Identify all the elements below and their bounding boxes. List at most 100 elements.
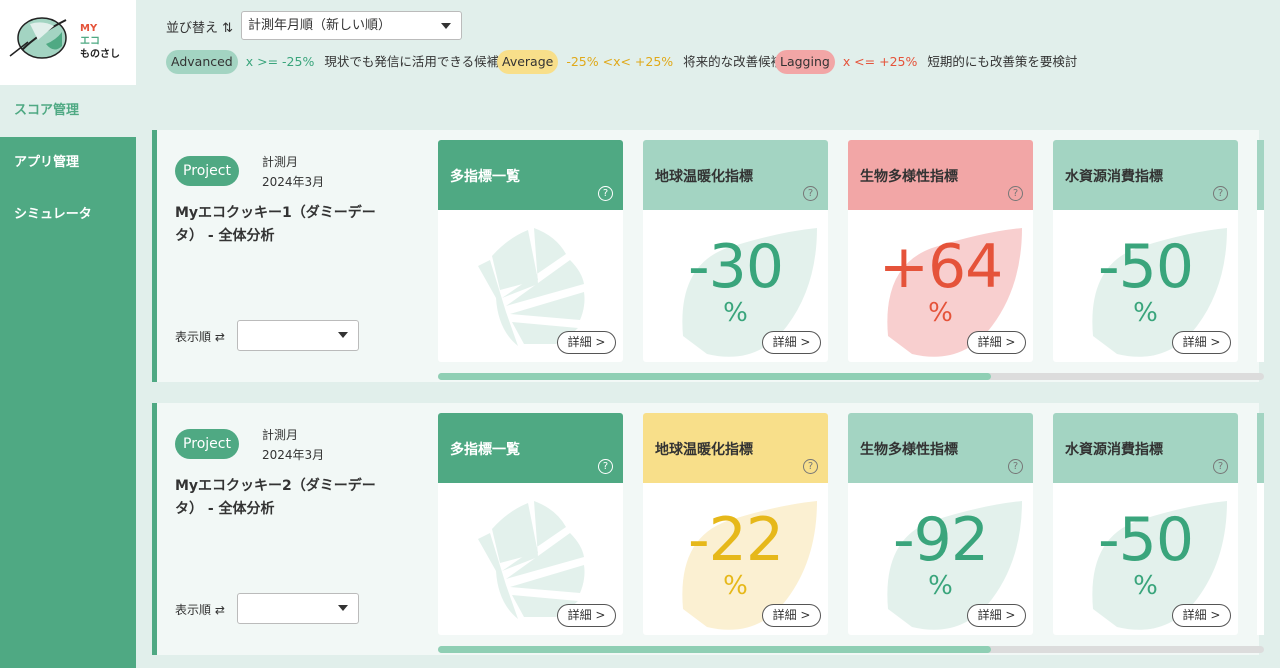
detail-button[interactable]: 詳細 >: [967, 604, 1026, 627]
measure-value: 2024年3月: [262, 175, 325, 189]
score-value: -50: [1098, 505, 1194, 575]
project-name: Myエコクッキー1（ダミーデータ） - 全体分析: [175, 205, 376, 244]
card-body: -22% 詳細 >: [643, 483, 828, 635]
score-value: -50: [1098, 232, 1194, 302]
card-title: 水資源消費指標?: [1053, 413, 1238, 483]
card-body: -50% 詳細 >: [1053, 210, 1238, 362]
detail-button[interactable]: 詳細 >: [1172, 604, 1231, 627]
next-card-edge: [1257, 413, 1264, 635]
legend-range-lagging: x <= +25%: [842, 54, 918, 69]
project-badge: Project: [175, 429, 239, 459]
project-name: Myエコクッキー2（ダミーデータ） - 全体分析: [175, 478, 376, 517]
legend-badge-average: Average: [497, 50, 559, 74]
project-panel: Project 計測月 2024年3月 Myエコクッキー2（ダミーデータ） - 全体分…: [152, 403, 1264, 655]
legend-desc-advanced: 現状でも発信に活用できる候補: [324, 54, 500, 69]
card-title: 地球温暖化指標?: [643, 413, 828, 483]
scrollbar-thumb[interactable]: [438, 646, 992, 653]
card-body: +64% 詳細 >: [848, 210, 1033, 362]
chevron-down-icon: [338, 332, 348, 338]
detail-button[interactable]: 詳細 >: [1172, 331, 1231, 354]
next-card-edge-head: [1257, 413, 1264, 483]
display-order-select[interactable]: [237, 593, 359, 624]
card-overview: 多指標一覧? 詳細 >: [438, 140, 623, 362]
sort-select[interactable]: 計測年月順（新しい順）: [241, 11, 462, 40]
measure-value: 2024年3月: [262, 448, 325, 462]
horizontal-scrollbar[interactable]: [438, 646, 1264, 653]
indicator-card: 生物多様性指標? +64% 詳細 >: [848, 140, 1033, 362]
sidebar-item-simulator[interactable]: シミュレータ: [0, 189, 136, 241]
card-title: 生物多様性指標?: [848, 140, 1033, 210]
logo-line2: エコ: [80, 36, 100, 47]
help-icon[interactable]: ?: [1008, 459, 1023, 474]
card-body: -30% 詳細 >: [643, 210, 828, 362]
card-title: 水資源消費指標?: [1053, 140, 1238, 210]
legend-advanced: Advanced x >= -25% 現状でも発信に活用できる候補: [166, 50, 499, 74]
sort-select-value: 計測年月順（新しい順）: [248, 18, 392, 33]
card-title-text: 水資源消費指標: [1065, 169, 1163, 185]
card-title: 多指標一覧?: [438, 413, 623, 483]
detail-button[interactable]: 詳細 >: [762, 604, 821, 627]
scrollbar-thumb[interactable]: [438, 373, 992, 380]
detail-button[interactable]: 詳細 >: [762, 331, 821, 354]
card-title-text: 生物多様性指標: [860, 169, 958, 185]
next-card-edge: [1257, 140, 1264, 362]
card-title-text: 水資源消費指標: [1065, 442, 1163, 458]
card-title-text: 多指標一覧: [450, 169, 520, 185]
legend-badge-lagging: Lagging: [775, 50, 835, 74]
score-unit: %: [1133, 571, 1158, 601]
project-badge: Project: [175, 156, 239, 186]
legend-desc-lagging: 短期的にも改善策を要検討: [927, 54, 1078, 69]
horizontal-scrollbar[interactable]: [438, 373, 1264, 380]
card-overview: 多指標一覧? 詳細 >: [438, 413, 623, 635]
help-icon[interactable]: ?: [1213, 459, 1228, 474]
card-title-text: 地球温暖化指標: [655, 169, 753, 185]
logo-line1: MY: [80, 23, 98, 34]
sidebar-item-apps[interactable]: アプリ管理: [0, 137, 136, 189]
card-body: 詳細 >: [438, 210, 623, 362]
help-icon[interactable]: ?: [1008, 186, 1023, 201]
help-icon[interactable]: ?: [598, 186, 613, 201]
display-order-label: 表示順 ⇄: [175, 603, 225, 617]
help-icon[interactable]: ?: [803, 459, 818, 474]
detail-button[interactable]: 詳細 >: [557, 331, 616, 354]
score-value: -22: [688, 505, 784, 575]
measure-label: 計測月: [262, 428, 299, 442]
indicator-card: 水資源消費指標? -50% 詳細 >: [1053, 413, 1238, 635]
card-title-text: 地球温暖化指標: [655, 442, 753, 458]
project-panel: Project 計測月 2024年3月 Myエコクッキー1（ダミーデータ） - 全体分…: [152, 130, 1264, 382]
logo-line3: ものさし: [80, 49, 120, 60]
card-body: -50% 詳細 >: [1053, 483, 1238, 635]
card-title-text: 生物多様性指標: [860, 442, 958, 458]
indicator-card: 生物多様性指標? -92% 詳細 >: [848, 413, 1033, 635]
help-icon[interactable]: ?: [1213, 186, 1228, 201]
detail-button[interactable]: 詳細 >: [557, 604, 616, 627]
card-body: -92% 詳細 >: [848, 483, 1033, 635]
score-unit: %: [928, 571, 953, 601]
help-icon[interactable]: ?: [803, 186, 818, 201]
sidebar: MY エコ ものさし スコア管理 アプリ管理 シミュレータ: [0, 0, 136, 668]
logo-leaf-icon: [9, 17, 67, 59]
sidebar-item-score[interactable]: スコア管理: [0, 85, 136, 137]
legend-average: Average -25% <x< +25% 将来的な改善候補: [497, 50, 783, 74]
detail-button[interactable]: 詳細 >: [967, 331, 1026, 354]
measure-month: 計測月 2024年3月: [262, 152, 324, 192]
legend-range-average: -25% <x< +25%: [566, 54, 674, 69]
help-icon[interactable]: ?: [598, 459, 613, 474]
score-unit: %: [723, 571, 748, 601]
indicator-card: 地球温暖化指標? -30% 詳細 >: [643, 140, 828, 362]
legend-badge-advanced: Advanced: [166, 50, 238, 74]
score-value: -30: [688, 232, 784, 302]
logo[interactable]: MY エコ ものさし: [0, 0, 136, 85]
score-unit: %: [928, 298, 953, 328]
card-body: 詳細 >: [438, 483, 623, 635]
score-unit: %: [1133, 298, 1158, 328]
card-title: 多指標一覧?: [438, 140, 623, 210]
legend-lagging: Lagging x <= +25% 短期的にも改善策を要検討: [775, 50, 1077, 74]
card-title: 生物多様性指標?: [848, 413, 1033, 483]
score-unit: %: [723, 298, 748, 328]
score-value: +64: [878, 232, 1004, 302]
display-order-select[interactable]: [237, 320, 359, 351]
card-title-text: 多指標一覧: [450, 442, 520, 458]
measure-month: 計測月 2024年3月: [262, 425, 324, 465]
chevron-down-icon: [338, 605, 348, 611]
